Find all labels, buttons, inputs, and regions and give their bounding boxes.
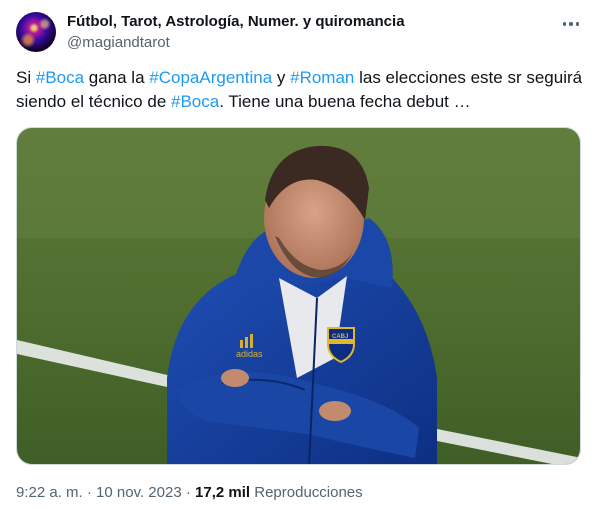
- tweet-text-segment: . Tiene una buena fecha debut …: [219, 92, 471, 111]
- tweet-photo[interactable]: adidas CABJ: [16, 127, 581, 465]
- tweet-metadata: 9:22 a. m. · 10 nov. 2023 · 17,2 mil Rep…: [16, 484, 363, 501]
- more-options-button[interactable]: [559, 12, 583, 36]
- hashtag-link[interactable]: #CopaArgentina: [149, 68, 272, 87]
- tweet-text: Si #Boca gana la #CopaArgentina y #Roman…: [16, 66, 586, 114]
- tweet-card[interactable]: Fútbol, Tarot, Astrología, Numer. y quir…: [0, 0, 603, 508]
- adidas-text: adidas: [236, 349, 263, 359]
- more-horizontal-icon-dot: [575, 22, 580, 26]
- hashtag-link[interactable]: #Boca: [36, 68, 84, 87]
- views-label[interactable]: Reproducciones: [254, 484, 362, 501]
- meta-separator: ·: [181, 484, 196, 501]
- author-handle[interactable]: @magiandtarot: [67, 34, 170, 51]
- hashtag-link[interactable]: #Roman: [290, 68, 354, 87]
- author-display-name[interactable]: Fútbol, Tarot, Astrología, Numer. y quir…: [67, 13, 405, 30]
- meta-separator: ·: [82, 484, 97, 501]
- author-avatar[interactable]: [16, 12, 56, 52]
- coach-photo: adidas CABJ: [17, 128, 580, 464]
- views-count: 17,2 mil: [195, 484, 251, 501]
- tweet-date[interactable]: 10 nov. 2023: [96, 484, 182, 501]
- tweet-text-segment: Si: [16, 68, 36, 87]
- more-horizontal-icon: [562, 22, 567, 26]
- tweet-text-segment: y: [272, 68, 291, 87]
- crest-text: CABJ: [332, 334, 348, 340]
- tweet-text-segment: gana la: [84, 68, 150, 87]
- more-horizontal-icon-dot: [569, 22, 573, 26]
- tweet-time[interactable]: 9:22 a. m.: [16, 484, 83, 501]
- hashtag-link[interactable]: #Boca: [171, 92, 219, 111]
